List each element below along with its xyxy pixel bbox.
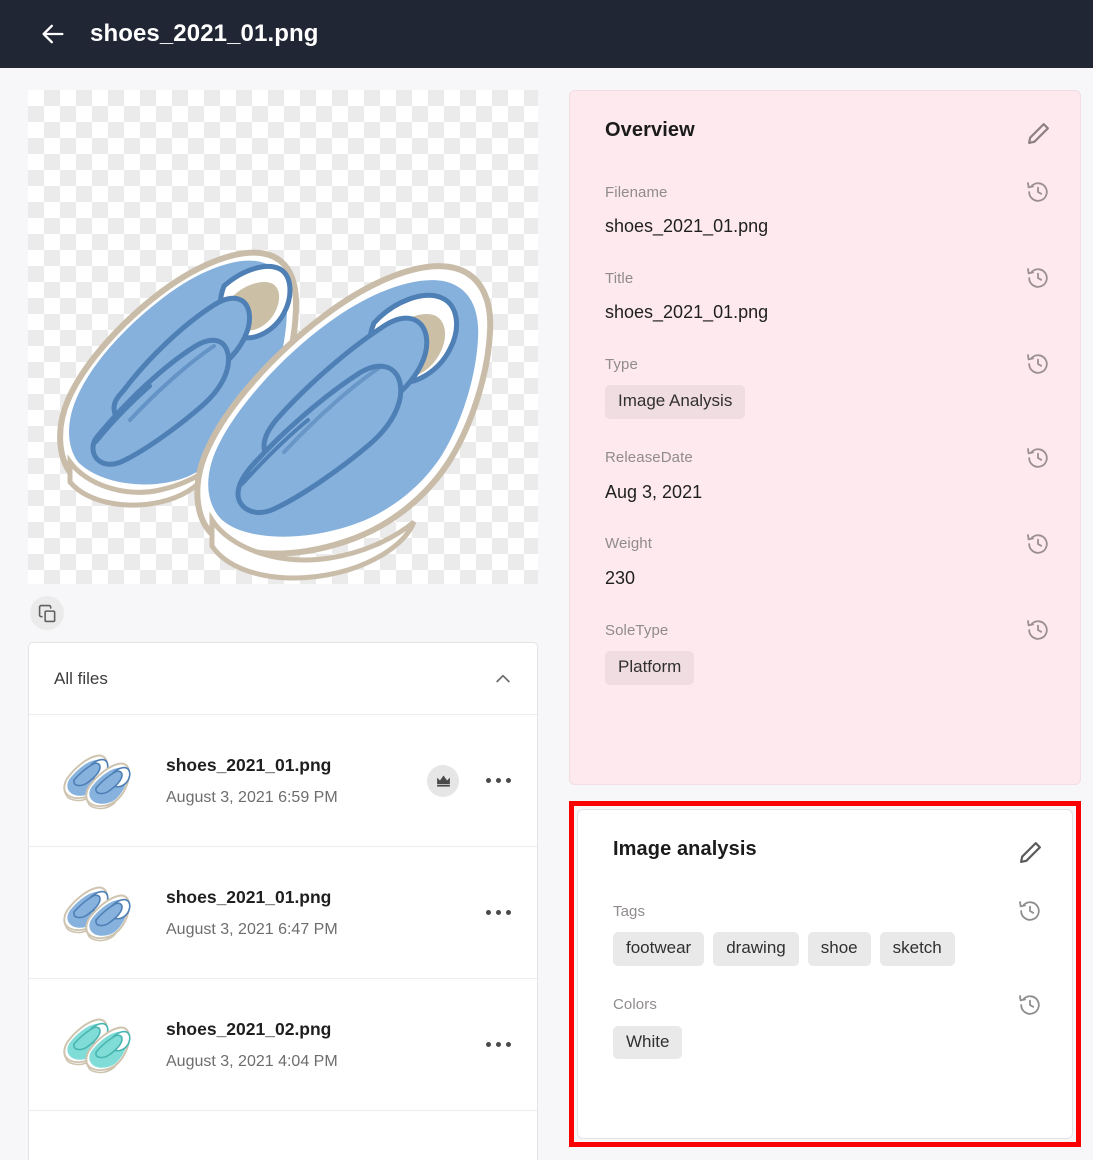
file-name: shoes_2021_01.png (166, 886, 332, 907)
highlight-box: Image analysis Tags footwear drawing sho… (569, 801, 1081, 1147)
image-analysis-header: Image analysis (613, 838, 1044, 866)
field-value: 230 (605, 567, 636, 588)
row-actions (481, 902, 515, 924)
tags-list: footwear drawing shoe sketch (613, 932, 1044, 966)
more-options-icon[interactable] (481, 1034, 515, 1056)
app-header: shoes_2021_01.png (0, 0, 1093, 68)
table-row[interactable]: shoes_2021_01.png August 3, 2021 6:59 PM (29, 715, 537, 847)
history-icon[interactable] (1024, 444, 1052, 472)
pencil-icon[interactable] (1024, 119, 1052, 147)
history-icon[interactable] (1024, 178, 1052, 206)
field-filename: Filename shoes_2021_01.png (605, 178, 1052, 239)
overview-panel: Overview Filename shoes_2021_01.png Titl… (569, 90, 1081, 785)
history-icon[interactable] (1024, 264, 1052, 292)
history-icon[interactable] (1024, 616, 1052, 644)
file-thumbnail (53, 1016, 141, 1074)
field-label: Title (605, 269, 634, 287)
field-type: Type Image Analysis (605, 350, 1052, 419)
field-label: Weight (605, 535, 653, 553)
field-colors: Colors White (613, 991, 1044, 1060)
file-info: shoes_2021_02.png August 3, 2021 4:04 PM (141, 1019, 481, 1071)
row-actions (427, 764, 515, 797)
colors-list: White (613, 1025, 1044, 1060)
file-info: shoes_2021_01.png August 3, 2021 6:47 PM (141, 887, 481, 939)
more-options-icon[interactable] (481, 902, 515, 924)
field-soletype: SoleType Platform (605, 616, 1052, 685)
field-title: Title shoes_2021_01.png (605, 264, 1052, 325)
field-label: Type (605, 355, 638, 373)
file-thumbnail (53, 752, 141, 810)
page-body: All files shoes_2021_01.png August 3, 20… (0, 68, 1093, 1160)
file-date: August 3, 2021 6:59 PM (166, 788, 338, 806)
file-thumbnail (53, 884, 141, 942)
table-row[interactable]: shoes_2021_01.png August 3, 2021 6:47 PM (29, 847, 537, 979)
all-files-header[interactable]: All files (29, 643, 537, 715)
field-label: Filename (605, 183, 668, 201)
color-chip[interactable]: White (613, 1025, 683, 1060)
row-actions (481, 1034, 515, 1056)
image-analysis-panel: Image analysis Tags footwear drawing sho… (577, 809, 1073, 1139)
all-files-card: All files shoes_2021_01.png August 3, 20… (28, 642, 538, 1160)
field-tags: Tags footwear drawing shoe sketch (613, 897, 1044, 966)
field-releasedate: ReleaseDate Aug 3, 2021 (605, 444, 1052, 505)
pencil-icon[interactable] (1016, 838, 1044, 866)
history-icon[interactable] (1016, 991, 1044, 1019)
type-chip[interactable]: Image Analysis (605, 385, 746, 419)
image-analysis-title: Image analysis (613, 838, 757, 860)
history-icon[interactable] (1016, 897, 1044, 925)
all-files-label: All files (54, 668, 108, 688)
tag-chip[interactable]: shoe (807, 932, 871, 966)
file-date: August 3, 2021 6:47 PM (166, 920, 338, 938)
field-value: shoes_2021_01.png (605, 216, 769, 236)
history-icon[interactable] (1024, 350, 1052, 378)
tag-chip[interactable]: sketch (879, 932, 955, 966)
field-label: SoleType (605, 621, 669, 639)
overview-header: Overview (605, 119, 1052, 147)
overview-title: Overview (605, 119, 695, 141)
chevron-up-icon[interactable] (493, 669, 513, 689)
table-row[interactable] (29, 1111, 537, 1160)
field-weight: Weight 230 (605, 530, 1052, 591)
copy-icon[interactable] (30, 596, 64, 630)
page-title: shoes_2021_01.png (90, 20, 319, 47)
crown-icon[interactable] (427, 764, 459, 797)
file-date: August 3, 2021 4:04 PM (166, 1052, 338, 1070)
more-options-icon[interactable] (481, 770, 515, 792)
file-name: shoes_2021_01.png (166, 754, 332, 775)
field-value: Aug 3, 2021 (605, 481, 703, 502)
history-icon[interactable] (1024, 530, 1052, 558)
field-label: Tags (613, 902, 646, 920)
soletype-chip[interactable]: Platform (605, 651, 695, 685)
field-label: ReleaseDate (605, 449, 693, 467)
back-arrow-icon[interactable] (38, 19, 68, 49)
right-column: Overview Filename shoes_2021_01.png Titl… (569, 90, 1081, 1147)
tag-chip[interactable]: footwear (613, 932, 705, 966)
field-value: shoes_2021_01.png (605, 302, 769, 323)
left-column: All files shoes_2021_01.png August 3, 20… (28, 90, 538, 1160)
image-preview (28, 90, 538, 584)
field-label: Colors (613, 996, 657, 1014)
preview-actions (28, 584, 538, 642)
tag-chip[interactable]: drawing (713, 932, 799, 966)
table-row[interactable]: shoes_2021_02.png August 3, 2021 4:04 PM (29, 979, 537, 1111)
shoes-illustration (57, 249, 494, 581)
file-name: shoes_2021_02.png (166, 1018, 332, 1039)
file-info: shoes_2021_01.png August 3, 2021 6:59 PM (141, 755, 427, 807)
